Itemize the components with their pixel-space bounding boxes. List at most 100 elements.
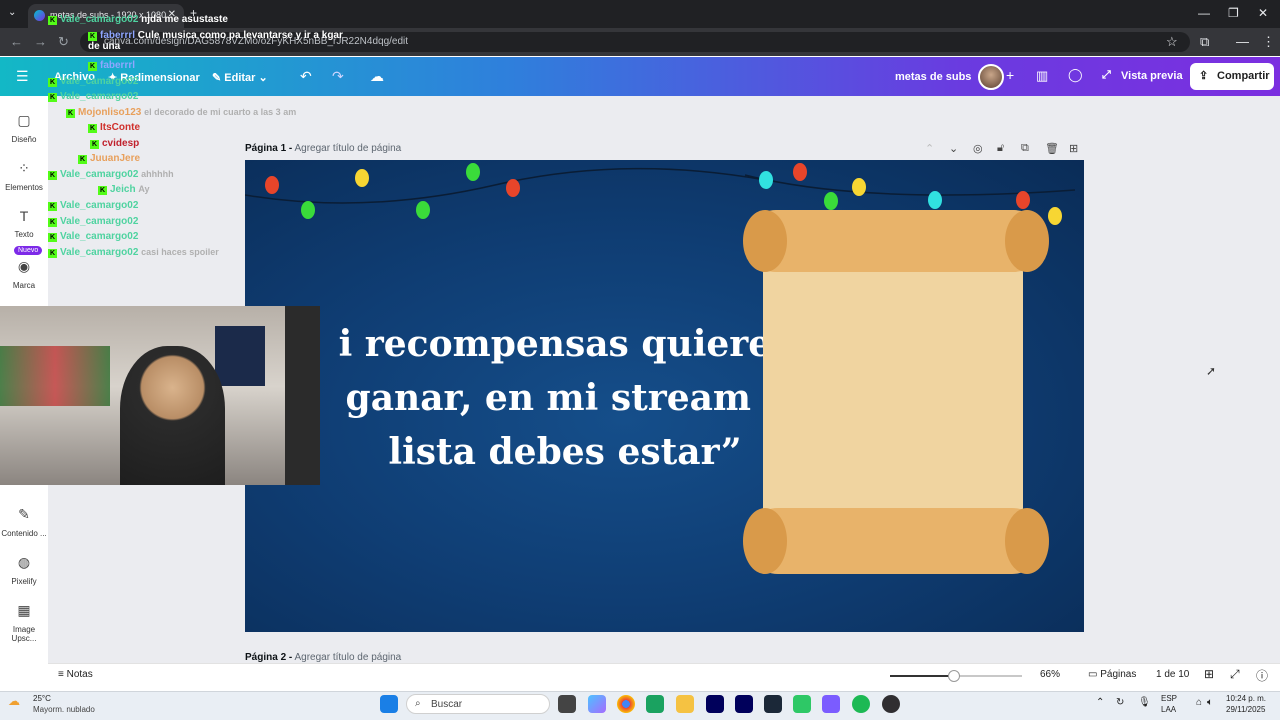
christmas-decor (0, 346, 110, 406)
volume-icon[interactable]: 🔈︎ (1207, 697, 1213, 708)
move-page-up-icon[interactable]: ⌃ (925, 142, 934, 155)
bookmark-star-icon[interactable]: ☆ (1166, 34, 1178, 50)
extensions-icon[interactable]: ⧉ (1200, 34, 1209, 50)
pages-button[interactable]: ▭ Páginas (1088, 669, 1136, 680)
page-2-label: Página 2 - (245, 652, 293, 663)
chat-message: K Vale_camargo02 ahhhhh (48, 169, 174, 180)
game-launcher-icon[interactable] (793, 695, 811, 713)
chrome-icon[interactable] (617, 695, 635, 713)
page-2-title[interactable]: Página 2 - Agregar título de página (245, 652, 401, 663)
add-collaborator-icon[interactable]: + (1006, 67, 1014, 83)
slide-canvas[interactable]: i recompensas quieres ganar, en mi strea… (245, 160, 1084, 632)
chat-username: cvidesp (102, 138, 140, 149)
weather-temp[interactable]: 25°C (33, 694, 51, 703)
fullscreen-icon[interactable]: ⤢ (1230, 667, 1240, 682)
mouse-cursor-icon: ➚ (1206, 364, 1217, 378)
premiere-icon[interactable] (706, 695, 724, 713)
chat-message: K ItsConte (88, 122, 140, 133)
chat-username: Jeich (110, 184, 136, 195)
reload-icon[interactable]: ↻ (58, 34, 69, 50)
chat-username: Vale_camargo02 (60, 247, 139, 258)
insights-chart-icon[interactable]: ▥ (1036, 68, 1048, 84)
sidebar-item-pixelify[interactable]: ◍ Pixelify (0, 554, 48, 586)
parchment-scroll-image (743, 210, 1049, 574)
page-1-title[interactable]: Página 1 - Agregar título de página (245, 143, 401, 154)
chat-username: faberrrl (100, 30, 136, 41)
sidebar-item-elements[interactable]: ⁘ Elementos (0, 160, 48, 192)
kick-icon: K (48, 202, 57, 211)
zoom-level[interactable]: 66% (1040, 669, 1060, 680)
forward-icon[interactable]: → (34, 34, 47, 49)
hide-page-icon[interactable]: ◎ (973, 142, 983, 155)
sidebar-item-content[interactable]: ✎ Contenido ... (0, 506, 48, 538)
new-badge: Nuevo (14, 246, 43, 255)
more-menu-icon[interactable]: ⋮ (1262, 34, 1275, 50)
hamburger-menu-icon[interactable]: ☰ (16, 68, 29, 85)
zoom-slider-handle[interactable] (948, 670, 960, 682)
clock-time[interactable]: 10:24 p. m. (1226, 694, 1266, 703)
move-page-down-icon[interactable]: ⌄ (949, 142, 958, 155)
document-title[interactable]: metas de subs (895, 71, 971, 83)
help-icon[interactable]: ⓘ (1256, 667, 1268, 684)
chat-message: K Vale_camargo02 (48, 91, 138, 102)
weather-desc[interactable]: Mayorm. nublado (33, 705, 95, 714)
kick-icon: K (98, 186, 107, 195)
streamer (120, 346, 225, 485)
sidebar-item-image-upscaler[interactable]: ▦ Image Upsc... (0, 602, 48, 643)
text-icon: T (19, 208, 29, 224)
back-icon[interactable]: ← (10, 34, 23, 49)
redo-icon[interactable]: ↷ (332, 68, 344, 85)
windows-start-icon[interactable] (380, 695, 398, 713)
tab-list-icon[interactable]: ⌄ (8, 7, 16, 18)
tray-app-icon[interactable]: ↻ (1116, 697, 1124, 708)
sidebar-item-text[interactable]: T Texto (0, 208, 48, 239)
edit-menu[interactable]: ✎ Editar ⌄ (212, 71, 268, 84)
spotify-icon[interactable] (852, 695, 870, 713)
chat-text: Ay (138, 184, 150, 194)
edit-label: Editar (224, 72, 256, 84)
kick-icon: K (48, 171, 57, 180)
chat-message: K Vale_camargo02 (48, 216, 138, 227)
notes-button[interactable]: ≡ Notas (58, 669, 93, 680)
design-icon: ▢ (17, 112, 31, 128)
edge-icon[interactable] (646, 695, 664, 713)
minimize-icon[interactable]: — (1198, 6, 1210, 20)
undo-icon[interactable]: ↶ (300, 68, 312, 85)
page-2-subtitle: Agregar título de página (294, 652, 402, 663)
comments-icon[interactable]: ◯ (1068, 67, 1083, 83)
kick-icon: K (48, 218, 57, 227)
profile-menu-icon[interactable]: — (1236, 34, 1249, 49)
close-window-icon[interactable]: ✕ (1258, 6, 1268, 20)
lock-page-icon[interactable]: 🔓︎ (997, 142, 1004, 155)
microphone-icon[interactable]: 🎙︎ (1138, 697, 1151, 708)
teams-icon[interactable] (822, 695, 840, 713)
clock-date[interactable]: 29/11/2025 (1226, 705, 1265, 714)
network-icon[interactable]: ⌂ (1196, 697, 1202, 708)
file-explorer-icon[interactable] (676, 695, 694, 713)
sidebar-item-design[interactable]: ▢ Diseño (0, 112, 48, 144)
collaborator-avatar[interactable] (978, 64, 1004, 90)
delete-page-icon[interactable]: 🗑︎ (1045, 142, 1059, 155)
audition-icon[interactable] (735, 695, 753, 713)
chat-username: ItsConte (100, 122, 140, 133)
obs-icon[interactable] (882, 695, 900, 713)
add-page-icon[interactable]: ⊞ (1069, 142, 1078, 155)
steam-icon[interactable] (764, 695, 782, 713)
share-button[interactable]: ⇪ Compartir (1190, 63, 1274, 90)
keyboard-lang-2[interactable]: LAA (1161, 705, 1176, 714)
taskbar-search[interactable]: ⌕ Buscar (406, 694, 550, 714)
copilot-icon[interactable] (588, 695, 606, 713)
tray-overflow-icon[interactable]: ⌃ (1096, 697, 1104, 708)
sidebar-item-brand[interactable]: ◉ Marca (0, 258, 48, 290)
maximize-icon[interactable]: ❐ (1228, 6, 1239, 20)
keyboard-lang-1[interactable]: ESP (1161, 694, 1177, 703)
search-label: Buscar (431, 699, 463, 710)
duplicate-page-icon[interactable]: ⧉ (1021, 142, 1029, 155)
cloud-save-icon[interactable]: ☁ (370, 68, 384, 85)
preview-button[interactable]: ⤢ Vista previa (1094, 63, 1184, 90)
grid-view-icon[interactable]: ⊞ (1204, 667, 1214, 681)
zoom-slider[interactable] (890, 670, 1022, 682)
chat-message: K JuuanJere (78, 153, 140, 164)
task-view-icon[interactable] (558, 695, 576, 713)
kick-icon: K (78, 155, 87, 164)
